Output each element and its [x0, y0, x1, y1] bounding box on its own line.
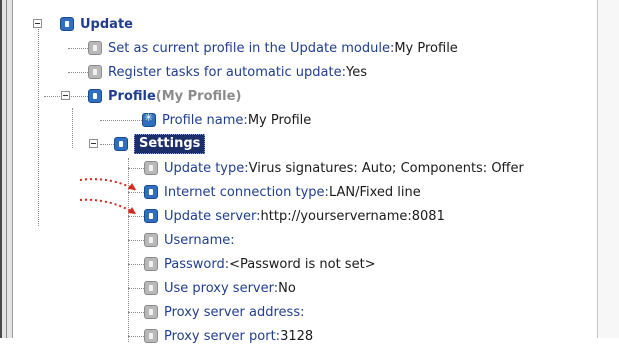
- tree-guide-line: [68, 48, 88, 49]
- setting-key: Register tasks for automatic update:: [108, 64, 346, 80]
- tree-guide-line: [100, 144, 114, 145]
- tree-guide-line: [128, 312, 144, 313]
- tree-guide-line: [68, 72, 88, 73]
- tree-guide-line: [128, 216, 144, 217]
- blue-square-icon: [88, 89, 102, 103]
- tree-guide-line: [72, 108, 73, 148]
- setting-key: Proxy server address:: [164, 304, 305, 320]
- tree-node-update-server[interactable]: Update server: http://yourservername:808…: [144, 205, 445, 227]
- tree-node-password[interactable]: Password: <Password is not set>: [144, 253, 376, 275]
- collapse-update-button[interactable]: [33, 19, 42, 28]
- blue-square-icon: [144, 185, 158, 199]
- node-suffix: (My Profile): [155, 88, 242, 104]
- tree-node-internet-connection-type[interactable]: Internet connection type: LAN/Fixed line: [144, 181, 421, 203]
- setting-value: My Profile: [247, 112, 312, 128]
- setting-value: http://yourservername:8081: [260, 208, 445, 224]
- grey-square-icon: [144, 281, 158, 295]
- blue-square-icon: [60, 17, 74, 31]
- grey-square-icon: [144, 305, 158, 319]
- tree-guide-line: [128, 240, 144, 241]
- setting-key: Proxy server port:: [164, 328, 281, 344]
- setting-key: Set as current profile in the Update mod…: [108, 40, 395, 56]
- setting-key: Use proxy server:: [164, 280, 279, 296]
- tree-node-proxy-server-port[interactable]: Proxy server port: 3128: [144, 325, 313, 347]
- grey-square-icon: [144, 257, 158, 271]
- setting-key: Update server:: [164, 208, 261, 224]
- tree-node-proxy-server-address[interactable]: Proxy server address:: [144, 301, 304, 323]
- tree-node-profile[interactable]: Profile (My Profile): [88, 85, 241, 107]
- node-label: Profile: [108, 88, 156, 104]
- tree-node-update-type[interactable]: Update type: Virus signatures: Auto; Com…: [144, 157, 524, 179]
- grey-square-icon: [144, 233, 158, 247]
- collapse-settings-button[interactable]: [89, 139, 98, 148]
- tree-node-register-tasks[interactable]: Register tasks for automatic update: Yes: [88, 61, 367, 83]
- setting-value: Yes: [346, 64, 367, 80]
- setting-key: Internet connection type:: [164, 184, 329, 200]
- tree-node-settings[interactable]: Settings: [114, 133, 206, 155]
- setting-value: LAN/Fixed line: [328, 184, 421, 200]
- setting-key: Username:: [164, 232, 235, 248]
- grey-square-icon: [144, 329, 158, 343]
- collapse-profile-button[interactable]: [61, 91, 70, 100]
- tree-node-profile-name[interactable]: Profile name: My Profile: [142, 109, 311, 131]
- tree-guide-line: [128, 288, 144, 289]
- tree-guide-line: [128, 336, 144, 337]
- setting-value: <Password is not set>: [229, 256, 376, 272]
- settings-tree: Update Set as current profile in the Upd…: [0, 0, 597, 344]
- tree-node-username[interactable]: Username:: [144, 229, 235, 251]
- tree-node-set-current-profile[interactable]: Set as current profile in the Update mod…: [88, 37, 458, 59]
- tree-node-use-proxy-server[interactable]: Use proxy server: No: [144, 277, 296, 299]
- setting-key: Update type:: [164, 160, 249, 176]
- window-right-border: [597, 0, 619, 338]
- node-label: Update: [80, 16, 133, 32]
- setting-value: 3128: [280, 328, 314, 344]
- setting-value: My Profile: [394, 40, 458, 56]
- grey-square-icon: [144, 161, 158, 175]
- setting-value: Virus signatures: Auto; Components: Offe…: [248, 160, 524, 176]
- tree-guide-line: [128, 168, 144, 169]
- setting-key: Profile name:: [162, 112, 248, 128]
- node-label-selected: Settings: [134, 134, 206, 154]
- tree-guide-line: [100, 120, 142, 121]
- grey-square-icon: [88, 41, 102, 55]
- tree-guide-line: [128, 192, 144, 193]
- setting-key: Password:: [164, 256, 230, 272]
- tree-guide-line: [128, 264, 144, 265]
- blue-square-icon: [144, 209, 158, 223]
- asterisk-icon: [142, 111, 156, 127]
- setting-value: No: [278, 280, 296, 296]
- blue-square-icon: [114, 137, 128, 151]
- tree-guide-line: [38, 26, 39, 226]
- tree-guide-line: [128, 158, 129, 342]
- tree-node-update[interactable]: Update: [60, 13, 133, 35]
- grey-square-icon: [88, 65, 102, 79]
